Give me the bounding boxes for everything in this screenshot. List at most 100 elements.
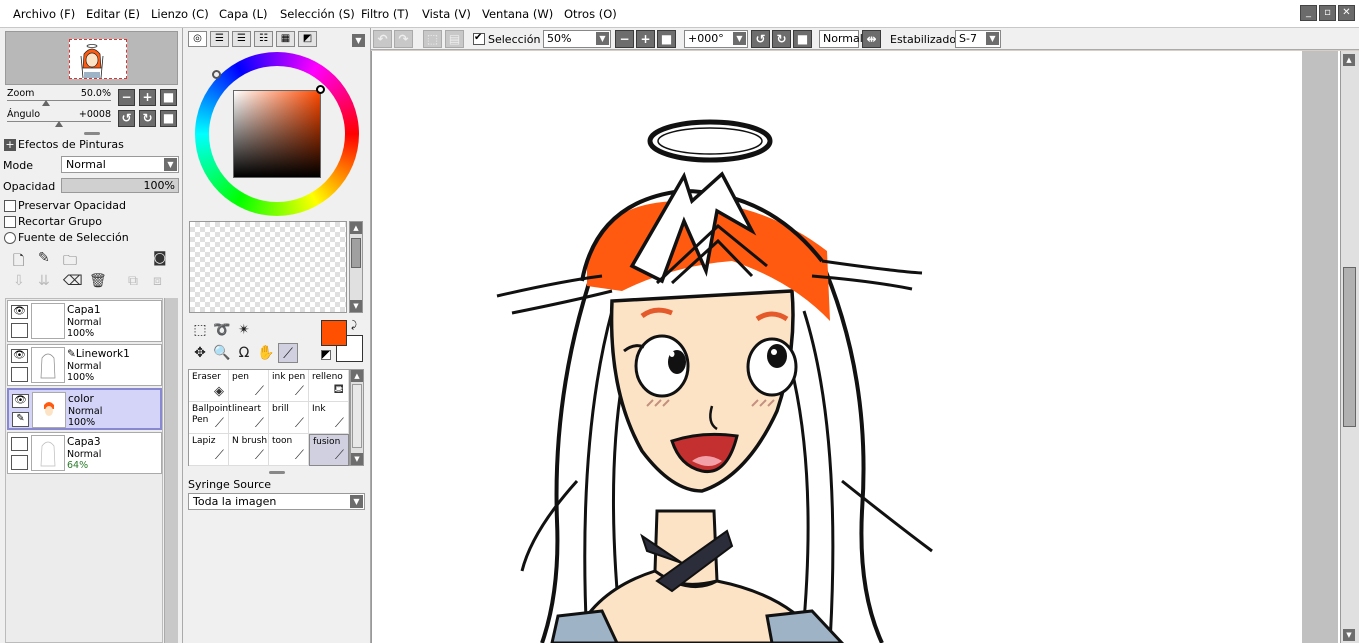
- eye-icon[interactable]: 👁: [11, 305, 28, 319]
- new-linework-layer-icon[interactable]: ✎: [38, 250, 50, 266]
- clip-group-checkbox[interactable]: [4, 216, 16, 228]
- clear-layer-icon[interactable]: ⌫: [63, 273, 83, 289]
- menu-ventana[interactable]: Ventana (W): [482, 7, 553, 21]
- layers-scrollbar[interactable]: [164, 298, 178, 643]
- eye-icon[interactable]: 👁: [12, 394, 29, 408]
- hue-picker-marker[interactable]: [212, 70, 221, 79]
- reset-colors-icon[interactable]: [321, 350, 331, 360]
- maximize-button[interactable]: ▫: [1319, 5, 1336, 21]
- layer-properties-icon[interactable]: ⧈: [153, 273, 162, 289]
- zoom-out-button[interactable]: −: [615, 30, 634, 48]
- scroll-up-icon[interactable]: ▲: [351, 370, 363, 382]
- add-effect-icon[interactable]: +: [4, 139, 16, 151]
- brush-cell[interactable]: toon ⟋: [269, 434, 309, 466]
- hand-icon[interactable]: ✋: [256, 343, 276, 363]
- preserve-opacity-checkbox[interactable]: [4, 200, 16, 212]
- zoom-reset-button[interactable]: ■: [657, 30, 676, 48]
- scroll-down-icon[interactable]: ▼: [350, 300, 362, 312]
- transfer-down-icon[interactable]: ⇩: [13, 273, 25, 289]
- layer-mask-icon[interactable]: ◙: [153, 250, 167, 266]
- new-folder-icon[interactable]: 🗀: [63, 250, 77, 274]
- zoom-in-button[interactable]: +: [636, 30, 655, 48]
- brush-cell[interactable]: relleno ⛾: [309, 370, 349, 402]
- paint-effects-label[interactable]: Efectos de Pinturas: [18, 138, 124, 151]
- brush-cell[interactable]: pen ⟋: [229, 370, 269, 402]
- scroll-up-icon[interactable]: ▲: [350, 222, 362, 234]
- zoom-icon[interactable]: 🔍: [212, 343, 232, 363]
- rotate-icon[interactable]: Ω: [234, 343, 254, 363]
- rect-select-icon[interactable]: ⬚: [190, 320, 210, 340]
- layer-lock-checkbox[interactable]: [11, 367, 28, 382]
- layer-lock-checkbox[interactable]: [11, 323, 28, 338]
- menu-vista[interactable]: Vista (V): [422, 7, 471, 21]
- rotate-right-button[interactable]: ↻: [772, 30, 791, 48]
- menu-editar[interactable]: Editar (E): [86, 7, 140, 21]
- canvas-vertical-scrollbar[interactable]: ▲ ▼: [1340, 51, 1359, 643]
- eyedropper-icon[interactable]: ⟋: [278, 343, 298, 363]
- brush-lock-icon[interactable]: ✎: [12, 412, 29, 427]
- menu-filtro[interactable]: Filtro (T): [361, 7, 409, 21]
- blend-mode-select[interactable]: Normal ▼: [61, 156, 179, 173]
- brush-cell[interactable]: Ink ⟋: [309, 402, 349, 434]
- merge-down-icon[interactable]: ⇊: [38, 273, 50, 289]
- brush-cell[interactable]: ink pen ⟋: [269, 370, 309, 402]
- rotate-right-button[interactable]: ↻: [139, 110, 156, 127]
- deselect-button[interactable]: ⬚: [423, 30, 442, 48]
- selection-source-radio[interactable]: [4, 232, 16, 244]
- tab-color-wheel[interactable]: ◎: [188, 31, 207, 47]
- syringe-source-select[interactable]: Toda la imagen ▼: [188, 493, 365, 510]
- panel-splitter[interactable]: [269, 471, 285, 474]
- zoom-reset-button[interactable]: ■: [160, 89, 177, 106]
- invert-selection-button[interactable]: ▤: [445, 30, 464, 48]
- trash-icon[interactable]: 🗑: [89, 273, 107, 289]
- tab-rgb-sliders[interactable]: ☰: [210, 31, 229, 47]
- zoom-out-button[interactable]: −: [118, 89, 135, 106]
- brush-cell[interactable]: Ballpoint Pen ⟋: [189, 402, 232, 434]
- scroll-thumb[interactable]: [1343, 267, 1356, 427]
- rotate-reset-button[interactable]: ■: [793, 30, 812, 48]
- scroll-down-icon[interactable]: ▼: [1343, 629, 1355, 641]
- panel-menu-chevron-icon[interactable]: ▼: [352, 34, 365, 47]
- color-wheel[interactable]: [195, 52, 359, 216]
- zoom-slider-knob[interactable]: [42, 100, 50, 106]
- lasso-icon[interactable]: ➰: [212, 320, 232, 340]
- menu-otros[interactable]: Otros (O): [564, 7, 617, 21]
- stabilizer-select[interactable]: S-7 ▼: [955, 30, 1001, 48]
- new-layer-icon[interactable]: 🗋: [13, 250, 24, 274]
- brush-cell[interactable]: lineart ⟋: [229, 402, 269, 434]
- layer-row-selected[interactable]: 👁 ✎ color Normal 100%: [7, 388, 162, 430]
- layer-row[interactable]: Capa3 Normal 64%: [7, 432, 162, 474]
- layer-lock-checkbox[interactable]: [11, 455, 28, 470]
- rotate-left-button[interactable]: ↺: [751, 30, 770, 48]
- hidden-eye-checkbox[interactable]: [11, 437, 28, 451]
- scroll-up-icon[interactable]: ▲: [1343, 54, 1355, 66]
- angle-slider-knob[interactable]: [55, 121, 63, 127]
- rotate-reset-button[interactable]: ■: [160, 110, 177, 127]
- zoom-in-button[interactable]: +: [139, 89, 156, 106]
- sv-picker-marker[interactable]: [316, 85, 325, 94]
- panel-splitter[interactable]: [84, 132, 100, 135]
- brush-cell[interactable]: Lapiz ⟋: [189, 434, 229, 466]
- scroll-down-icon[interactable]: ▼: [351, 453, 363, 465]
- brush-cell[interactable]: Eraser ◈: [189, 370, 229, 402]
- opacity-slider[interactable]: 100%: [61, 178, 179, 193]
- brush-cell-selected[interactable]: fusion ⟋: [309, 434, 349, 466]
- saturation-value-square[interactable]: [233, 90, 321, 178]
- eye-icon[interactable]: 👁: [11, 349, 28, 363]
- swap-colors-icon[interactable]: ⤸: [351, 320, 357, 331]
- undo-button[interactable]: ↶: [373, 30, 392, 48]
- foreground-color-swatch[interactable]: [321, 320, 347, 346]
- tab-hsv-sliders[interactable]: ☰: [232, 31, 251, 47]
- brush-cell[interactable]: brill ⟋: [269, 402, 309, 434]
- copy-layer-icon[interactable]: ⧉: [128, 273, 138, 289]
- tab-color-bars[interactable]: ☷: [254, 31, 273, 47]
- layer-row[interactable]: 👁 ✎Linework1 Normal 100%: [7, 344, 162, 386]
- menu-lienzo[interactable]: Lienzo (C): [151, 7, 209, 21]
- menu-seleccion[interactable]: Selección (S): [280, 7, 355, 21]
- view-blend-mode[interactable]: Normal: [819, 30, 863, 48]
- brush-cell[interactable]: N brush ⟋: [229, 434, 269, 466]
- magic-wand-icon[interactable]: ✴: [234, 320, 254, 340]
- move-icon[interactable]: ✥: [190, 343, 210, 363]
- tab-scratchpad[interactable]: ◩: [298, 31, 317, 47]
- minimize-button[interactable]: _: [1300, 5, 1317, 21]
